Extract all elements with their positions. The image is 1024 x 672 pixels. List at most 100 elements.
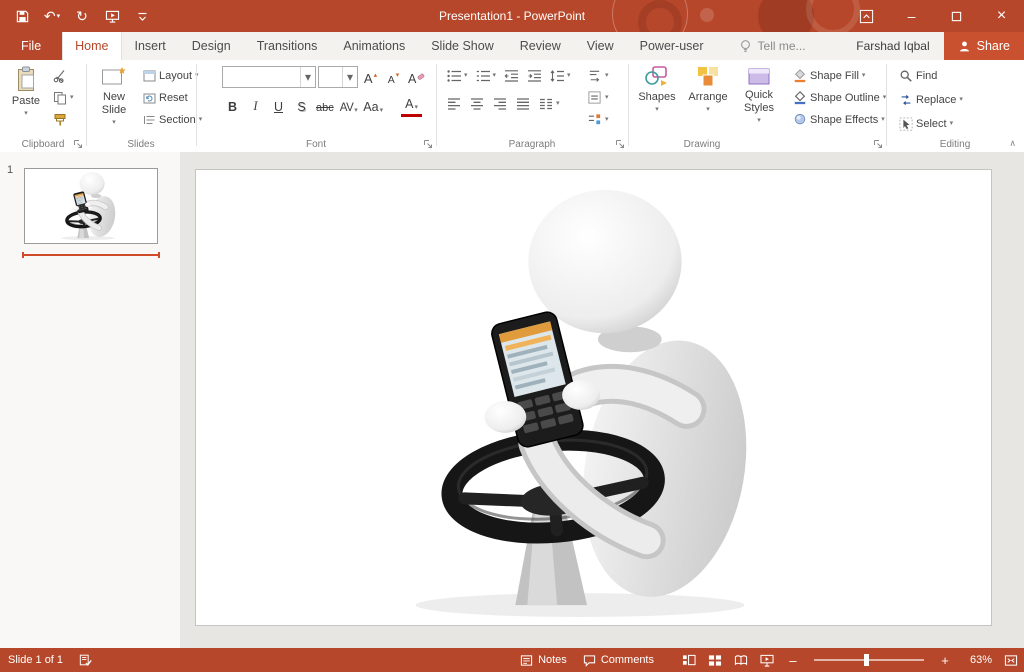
slideshow-view-button[interactable] (754, 648, 780, 672)
slide-number-indicator[interactable]: Slide 1 of 1 (0, 648, 71, 672)
copy-button[interactable]: ▾ (50, 87, 77, 108)
numbering-button[interactable]: ▾ (473, 65, 499, 86)
strikethrough-button[interactable]: abc (314, 93, 336, 117)
start-slideshow-button[interactable] (98, 3, 126, 29)
select-label: Select (916, 118, 947, 130)
tab-design[interactable]: Design (179, 32, 244, 60)
font-color-button[interactable]: A ▾ (401, 93, 422, 117)
columns-button[interactable]: ▾ (536, 93, 562, 114)
increase-indent-button[interactable] (524, 65, 544, 86)
arrange-button[interactable]: Arrange ▾ (684, 62, 732, 113)
new-slide-button[interactable]: New Slide ▾ (93, 62, 135, 126)
zoom-percentage[interactable]: 63% (958, 654, 998, 666)
shape-outline-button[interactable]: Shape Outline ▾ (790, 87, 889, 108)
shape-fill-button[interactable]: Shape Fill ▾ (790, 65, 889, 86)
font-name-dropdown-arrow[interactable]: ▾ (300, 67, 315, 87)
shape-effects-button[interactable]: Shape Effects ▾ (790, 109, 889, 130)
slide[interactable] (195, 169, 992, 626)
tab-animations[interactable]: Animations (330, 32, 418, 60)
ribbon-display-options-button[interactable] (844, 0, 889, 32)
convert-to-smartart-button[interactable]: ▾ (584, 109, 612, 130)
tell-me-box[interactable]: Tell me... (739, 32, 806, 60)
tab-insert[interactable]: Insert (122, 32, 179, 60)
maximize-icon (951, 11, 962, 22)
customize-quick-access-button[interactable] (128, 3, 156, 29)
replace-button[interactable]: Replace ▾ (896, 89, 966, 110)
share-person-icon (958, 40, 971, 53)
tell-me-label: Tell me... (758, 39, 806, 53)
reading-view-icon (734, 654, 748, 667)
tab-view[interactable]: View (574, 32, 627, 60)
align-text-button[interactable]: ▾ (584, 87, 612, 108)
slideshow-view-icon (760, 654, 774, 667)
change-case-button[interactable]: Aa ▾ (361, 93, 385, 117)
fit-slide-to-window-button[interactable] (998, 648, 1024, 672)
tab-review[interactable]: Review (507, 32, 574, 60)
slide-canvas[interactable] (180, 152, 1024, 648)
tab-transitions[interactable]: Transitions (244, 32, 331, 60)
tab-file[interactable]: File (0, 32, 62, 60)
undo-button[interactable]: ↶ ▾ (38, 3, 66, 29)
strikethrough-label: abc (316, 102, 334, 114)
format-painter-button[interactable] (50, 109, 77, 130)
cut-button[interactable] (50, 65, 77, 86)
shrink-font-button[interactable]: A ▾ (383, 65, 404, 89)
text-shadow-button[interactable]: S (291, 93, 312, 117)
quick-styles-button[interactable]: Quick Styles ▾ (736, 62, 782, 124)
justify-button[interactable] (513, 93, 533, 114)
tab-slideshow-label: Slide Show (431, 39, 494, 53)
slide-sorter-view-button[interactable] (702, 648, 728, 672)
ribbon-group-paragraph: ▾ ▾ (436, 60, 628, 152)
share-button[interactable]: Share (944, 32, 1024, 60)
character-spacing-button[interactable]: AV ▾ (338, 93, 360, 117)
tab-power-user[interactable]: Power-user (627, 32, 717, 60)
maximize-button[interactable] (934, 0, 979, 32)
clear-formatting-button[interactable]: A (406, 65, 427, 89)
line-spacing-button[interactable]: ▾ (547, 65, 573, 86)
spell-check-button[interactable] (71, 648, 101, 672)
redo-button[interactable]: ↻ (68, 3, 96, 29)
zoom-out-button[interactable]: – (780, 648, 806, 672)
zoom-in-button[interactable]: + (932, 648, 958, 672)
select-button[interactable]: Select ▾ (896, 113, 966, 134)
text-direction-button[interactable]: ▾ (584, 65, 612, 86)
comments-button[interactable]: Comments (575, 648, 662, 672)
slide-graphic-figure-texting-while-driving[interactable] (196, 170, 989, 623)
align-left-button[interactable] (444, 93, 464, 114)
find-label: Find (916, 70, 937, 82)
zoom-slider-thumb[interactable] (864, 654, 869, 666)
shapes-button[interactable]: Shapes ▾ (636, 62, 678, 113)
close-button[interactable]: × (979, 0, 1024, 32)
bold-button[interactable]: B (222, 93, 243, 117)
bullets-button[interactable]: ▾ (444, 65, 470, 86)
signed-in-user[interactable]: Farshad Iqbal (842, 32, 943, 60)
normal-view-button[interactable] (676, 648, 702, 672)
align-text-dropdown-arrow: ▾ (605, 94, 609, 101)
font-size-dropdown-arrow[interactable]: ▾ (342, 67, 357, 87)
decrease-indent-button[interactable] (501, 65, 521, 86)
minimize-button[interactable]: – (889, 0, 934, 32)
ribbon-display-options-icon (859, 9, 874, 24)
tab-home[interactable]: Home (62, 32, 121, 60)
paste-button[interactable]: Paste ▾ (5, 62, 47, 117)
grow-font-button[interactable]: A ▴ (360, 65, 381, 89)
font-size-combo[interactable]: ▾ (318, 66, 358, 88)
underline-button[interactable]: U (268, 93, 289, 117)
tab-slideshow[interactable]: Slide Show (418, 32, 507, 60)
save-button[interactable] (8, 3, 36, 29)
collapse-ribbon-button[interactable]: ∧ (1009, 138, 1016, 149)
slide-thumbnail[interactable] (24, 168, 158, 244)
font-name-combo[interactable]: ▾ (222, 66, 316, 88)
italic-button[interactable]: I (245, 93, 266, 117)
zoom-slider[interactable] (814, 659, 924, 661)
drawing-dialog-launcher[interactable] (873, 139, 883, 149)
text-direction-dropdown-arrow: ▾ (605, 72, 609, 79)
align-right-button[interactable] (490, 93, 510, 114)
align-center-button[interactable] (467, 93, 487, 114)
reading-view-button[interactable] (728, 648, 754, 672)
find-button[interactable]: Find (896, 65, 966, 86)
notes-button[interactable]: Notes (512, 648, 575, 672)
shape-fill-icon (793, 68, 807, 83)
paste-icon (14, 65, 38, 93)
copy-dropdown-arrow: ▾ (70, 94, 74, 101)
